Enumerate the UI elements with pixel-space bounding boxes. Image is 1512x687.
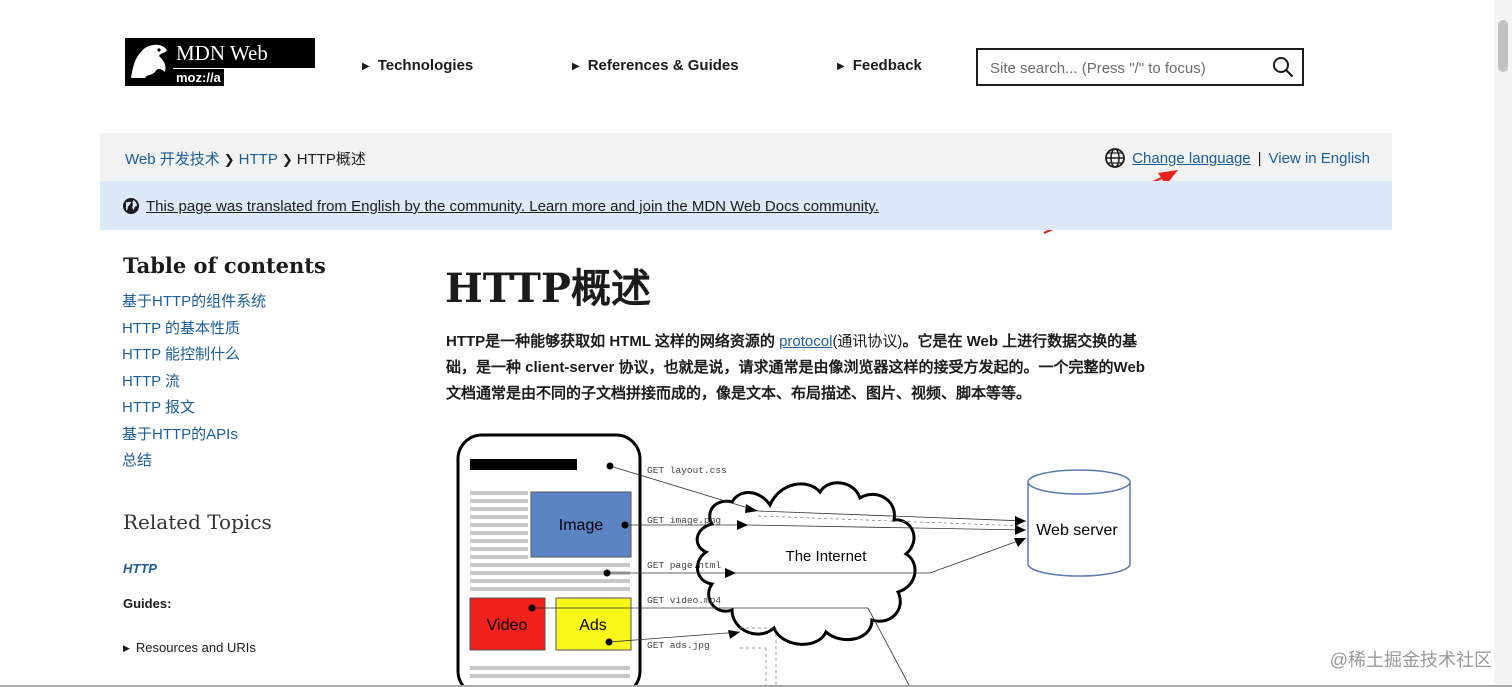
search-input[interactable] <box>988 50 1262 86</box>
globe-icon <box>123 198 139 214</box>
toc-item: HTTP 能控制什么 <box>122 346 266 373</box>
toc-item: HTTP 的基本性质 <box>122 320 266 347</box>
change-language-link[interactable]: Change language <box>1132 150 1250 167</box>
logo-name: MDN Web Docs <box>173 38 315 95</box>
request-label: GET image.png <box>647 515 721 526</box>
chevron-right-icon: ❯ <box>223 152 235 167</box>
site-search <box>976 48 1304 86</box>
nav-feedback[interactable]: ▶ Feedback <box>837 57 922 74</box>
toc-link[interactable]: 基于HTTP的APIs <box>122 426 238 443</box>
intro-text-before: HTTP是一种能够获取如 HTML 这样的网络资源的 <box>446 333 780 350</box>
toc-link[interactable]: HTTP 能控制什么 <box>122 346 240 363</box>
breadcrumb: Web 开发技术 ❯ HTTP ❯ HTTP概述 <box>125 148 366 169</box>
breadcrumb-bar: Web 开发技术 ❯ HTTP ❯ HTTP概述 Change language | V… <box>100 133 1392 181</box>
guides-label: Guides: <box>123 596 172 611</box>
image-label: Image <box>559 517 604 534</box>
http-flow-diagram: Image Video Ads The Internet Web server <box>456 433 1131 687</box>
notice-link[interactable]: This page was translated from English by… <box>146 198 879 215</box>
nav-references-guides[interactable]: ▶ References & Guides <box>572 57 739 74</box>
toc-link[interactable]: HTTP 流 <box>122 373 180 390</box>
breadcrumb-web-tech[interactable]: Web 开发技术 <box>125 151 220 168</box>
toc-link[interactable]: 基于HTTP的组件系统 <box>122 293 266 310</box>
video-label: Video <box>487 617 528 634</box>
page-title: HTTP概述 <box>445 265 651 312</box>
nav-label: Technologies <box>377 57 474 74</box>
toc-title: Table of contents <box>123 253 326 278</box>
breadcrumb-http[interactable]: HTTP <box>239 151 278 168</box>
server-label: Web server <box>1036 522 1118 539</box>
dino-logo-icon <box>125 38 173 86</box>
request-label: GET ads.jpg <box>647 640 710 651</box>
intro-paren: (通讯协议) <box>832 333 903 350</box>
ads-label: Ads <box>579 617 607 634</box>
triangle-right-icon: ▶ <box>572 61 580 72</box>
translation-notice: This page was translated from English by… <box>100 181 1392 230</box>
view-in-english-link[interactable]: View in English <box>1269 150 1370 167</box>
nav-label: References & Guides <box>587 57 739 74</box>
resources-label: Resources and URIs <box>135 640 256 655</box>
protocol-link[interactable]: protocol <box>779 333 832 350</box>
title-bar-block <box>470 459 577 470</box>
request-label: GET video.mp4 <box>647 595 721 606</box>
toc-item: HTTP 报文 <box>122 399 266 426</box>
resources-uris-toggle[interactable]: ▶ Resources and URIs <box>123 640 256 655</box>
toc-item: 基于HTTP的APIs <box>122 426 266 453</box>
separator: | <box>1257 149 1262 167</box>
chevron-right-icon: ❯ <box>281 152 293 167</box>
triangle-right-icon: ▶ <box>362 61 370 72</box>
intro-paragraph: HTTP是一种能够获取如 HTML 这样的网络资源的 protocol(通讯协议… <box>446 329 1146 407</box>
server-top <box>1027 469 1131 495</box>
search-icon[interactable] <box>1272 56 1294 78</box>
mdn-logo[interactable]: MDN Web Docs moz://a <box>125 38 315 95</box>
request-label: GET layout.css <box>647 465 727 476</box>
watermark: @稀土掘金技术社区 <box>1329 650 1492 670</box>
toc-list: 基于HTTP的组件系统 HTTP 的基本性质 HTTP 能控制什么 HTTP 流… <box>122 293 266 479</box>
toc-link[interactable]: HTTP 报文 <box>122 399 195 416</box>
nav-technologies[interactable]: ▶ Technologies <box>362 57 473 74</box>
scrollbar-thumb[interactable] <box>1498 20 1508 72</box>
nav-label: Feedback <box>852 57 922 74</box>
logo-mozilla: moz://a <box>173 69 224 86</box>
breadcrumb-current: HTTP概述 <box>296 151 366 168</box>
toc-item: 总结 <box>122 452 266 479</box>
internet-label: The Internet <box>786 548 868 565</box>
related-topics-title: Related Topics <box>123 510 272 534</box>
toc-item: 基于HTTP的组件系统 <box>122 293 266 320</box>
request-label: GET page.html <box>647 560 721 571</box>
toc-link[interactable]: 总结 <box>122 452 152 469</box>
related-http-link[interactable]: HTTP <box>123 561 157 576</box>
toc-link[interactable]: HTTP 的基本性质 <box>122 320 240 337</box>
vertical-scrollbar[interactable] <box>1494 0 1512 687</box>
toc-item: HTTP 流 <box>122 373 266 400</box>
triangle-right-icon: ▶ <box>837 61 845 72</box>
triangle-right-icon: ▶ <box>123 643 130 653</box>
